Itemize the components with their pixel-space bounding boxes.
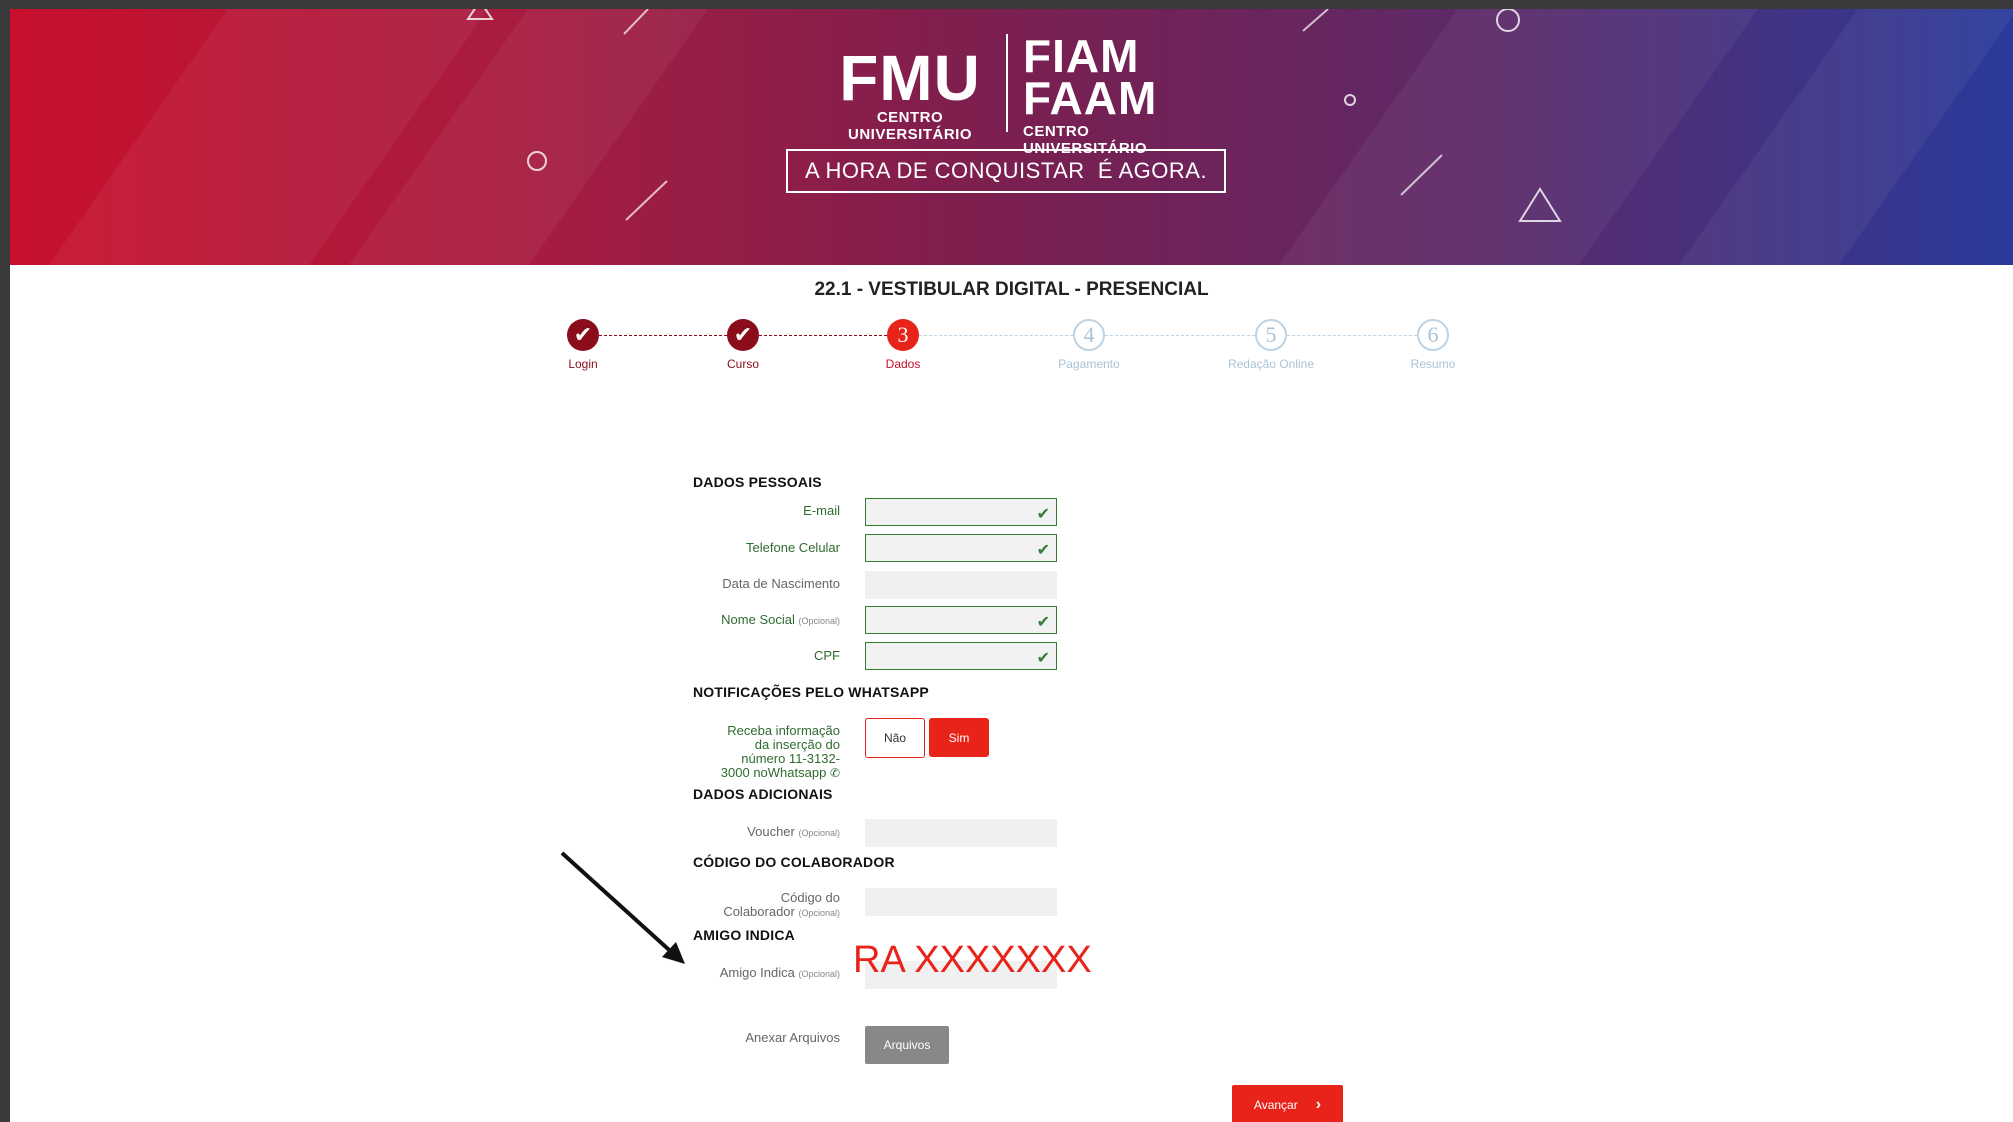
birth-field[interactable] bbox=[865, 571, 1057, 599]
page-title: 22.1 - VESTIBULAR DIGITAL - PRESENCIAL bbox=[814, 279, 1209, 300]
cpf-input[interactable] bbox=[866, 643, 1056, 669]
whatsapp-icon: ✆ bbox=[829, 766, 840, 780]
collab-code-field[interactable] bbox=[865, 888, 1057, 916]
next-button[interactable]: Avançar › bbox=[1232, 1085, 1343, 1122]
logo-divider bbox=[1006, 34, 1008, 132]
step-resumo: 6 Resumo bbox=[1373, 319, 1493, 371]
phone-label: Telefone Celular bbox=[746, 540, 840, 555]
whatsapp-info-text: Receba informação da inserção do número … bbox=[720, 723, 840, 781]
birth-label: Data de Nascimento bbox=[722, 576, 840, 591]
social-name-label: Nome Social (Opcional) bbox=[721, 612, 840, 627]
social-name-field[interactable]: ✔ bbox=[865, 606, 1057, 634]
email-field[interactable]: ✔ bbox=[865, 498, 1057, 526]
step-curso[interactable]: ✔ Curso bbox=[683, 319, 803, 371]
decorative-shapes bbox=[466, 9, 1562, 222]
check-icon: ✔ bbox=[1036, 542, 1050, 559]
phone-input[interactable] bbox=[866, 535, 1056, 561]
section-collaborator: CÓDIGO DO COLABORADOR bbox=[693, 854, 895, 870]
step-redacao: 5 Redação Online bbox=[1211, 319, 1331, 371]
check-icon: ✔ bbox=[1036, 614, 1050, 631]
section-friend: AMIGO INDICA bbox=[693, 927, 795, 943]
voucher-input[interactable] bbox=[865, 819, 1057, 847]
hero-banner: FMU CENTRO UNIVERSITÁRIO FIAM FAAM CENTR… bbox=[10, 9, 2013, 265]
annotation-ra-text: RA XXXXXXX bbox=[853, 939, 1092, 981]
step-dados[interactable]: 3 Dados bbox=[843, 319, 963, 371]
step-pagamento: 4 Pagamento bbox=[1029, 319, 1149, 371]
phone-field[interactable]: ✔ bbox=[865, 534, 1057, 562]
step-login[interactable]: ✔ Login bbox=[523, 319, 643, 371]
progress-stepper: ✔ Login ✔ Curso 3 Dados 4 Pagamento 5 Re… bbox=[10, 319, 2013, 389]
check-icon: ✔ bbox=[567, 319, 599, 351]
annotation-arrow-icon bbox=[560, 851, 685, 964]
section-additional: DADOS ADICIONAIS bbox=[693, 786, 833, 802]
attach-label: Anexar Arquivos bbox=[745, 1030, 840, 1045]
voucher-label: Voucher (Opcional) bbox=[747, 824, 840, 839]
cpf-field[interactable]: ✔ bbox=[865, 642, 1057, 670]
section-personal: DADOS PESSOAIS bbox=[693, 474, 822, 490]
email-label: E-mail bbox=[803, 503, 840, 518]
fmu-logo: FMU CENTRO UNIVERSITÁRIO bbox=[839, 42, 981, 143]
whatsapp-yes-button[interactable]: Sim bbox=[929, 718, 989, 757]
whatsapp-no-button[interactable]: Não bbox=[865, 718, 925, 758]
fiam-faam-logo: FIAM FAAM CENTRO UNIVERSITÁRIO bbox=[1023, 30, 1158, 157]
check-icon: ✔ bbox=[1036, 650, 1050, 667]
birth-input[interactable] bbox=[865, 571, 1057, 599]
check-icon: ✔ bbox=[1036, 506, 1050, 523]
collab-code-input[interactable] bbox=[865, 888, 1057, 916]
check-icon: ✔ bbox=[727, 319, 759, 351]
email-input[interactable] bbox=[866, 499, 1056, 525]
files-button[interactable]: Arquivos bbox=[865, 1026, 949, 1064]
cpf-label: CPF bbox=[814, 648, 840, 663]
voucher-field[interactable] bbox=[865, 819, 1057, 847]
section-whatsapp: NOTIFICAÇÕES PELO WHATSAPP bbox=[693, 684, 929, 700]
social-name-input[interactable] bbox=[866, 607, 1056, 633]
browser-viewport: FMU CENTRO UNIVERSITÁRIO FIAM FAAM CENTR… bbox=[10, 9, 2013, 1122]
chevron-right-icon: › bbox=[1315, 1096, 1322, 1113]
tagline: A HORA DE CONQUISTAR É AGORA. bbox=[786, 149, 1226, 193]
